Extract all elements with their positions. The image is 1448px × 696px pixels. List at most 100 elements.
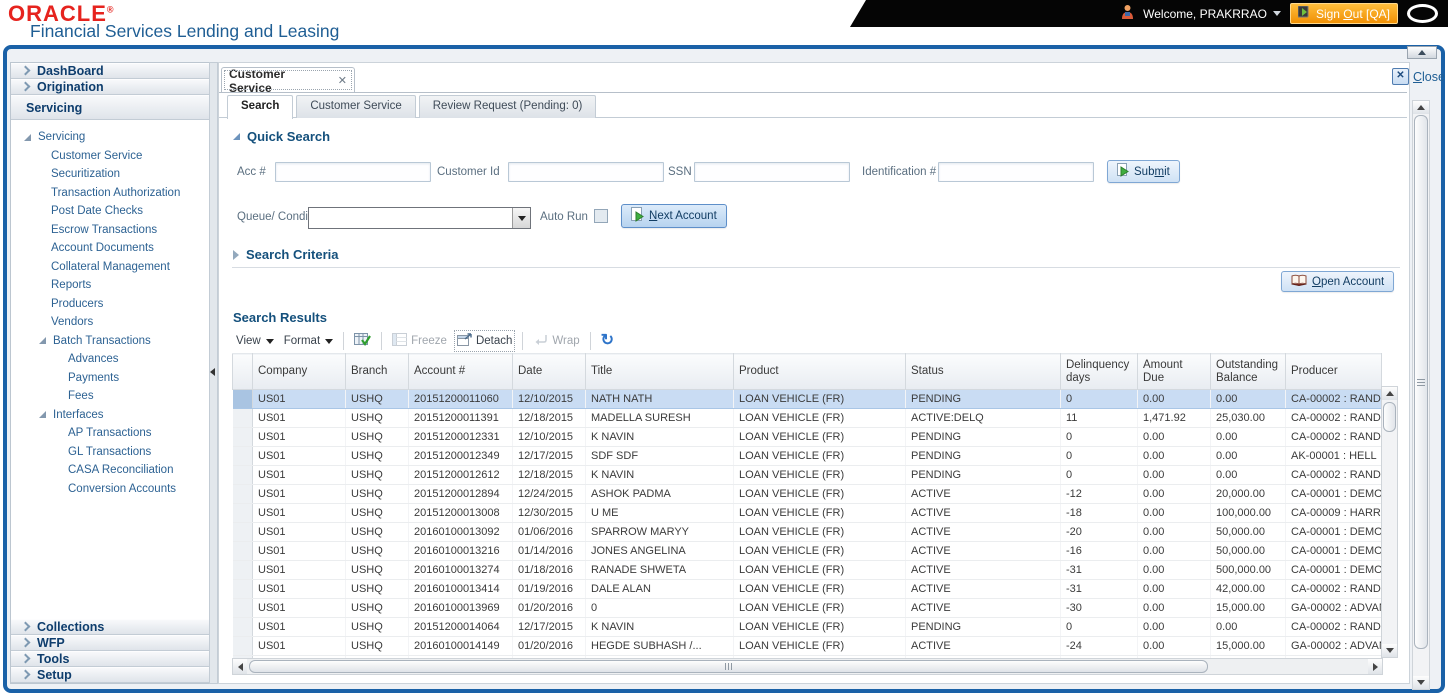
table-row[interactable]: US01 USHQ 20160100013092 01/06/2016 SPARROW … bbox=[232, 522, 1382, 542]
page-vertical-scrollbar[interactable] bbox=[1412, 100, 1430, 690]
table-row[interactable]: US01 USHQ 20151200012349 12/17/2015 SDF SDF L… bbox=[232, 446, 1382, 466]
sidebar-section-dashboard[interactable]: DashBoard bbox=[11, 63, 209, 79]
table-row[interactable]: US01 USHQ 20151200012894 12/24/2015 ASHOK PA… bbox=[232, 484, 1382, 504]
table-row[interactable]: US01 USHQ 20160100014149 01/20/2016 HEGDE SU… bbox=[232, 636, 1382, 656]
queue-condition-select[interactable] bbox=[308, 207, 531, 229]
open-account-button[interactable]: Open Account bbox=[1281, 271, 1395, 292]
sidebar-item-conversion-accounts[interactable]: Conversion Accounts bbox=[11, 480, 209, 499]
freeze-label: Freeze bbox=[411, 335, 447, 347]
scroll-left-button[interactable] bbox=[233, 659, 247, 674]
sidebar-section-wfp[interactable]: WFP bbox=[11, 635, 209, 651]
detach-button[interactable]: Detach bbox=[453, 330, 516, 352]
auto-run-checkbox[interactable] bbox=[594, 209, 608, 223]
tab-search[interactable]: Search bbox=[227, 95, 294, 119]
column-header-outstanding-balance[interactable]: Outstanding Balance bbox=[1210, 353, 1286, 390]
scroll-up-button[interactable] bbox=[1382, 387, 1397, 400]
table-row[interactable]: US01 USHQ 20151200011060 12/10/2015 NATH NAT… bbox=[232, 389, 1382, 409]
submit-button[interactable]: Submit bbox=[1107, 160, 1180, 183]
sidebar-item-fees[interactable]: Fees bbox=[11, 387, 209, 406]
quick-search-header[interactable]: Quick Search bbox=[233, 129, 330, 144]
sidebar-item-reports[interactable]: Reports bbox=[11, 276, 209, 295]
sidebar-item-servicing[interactable]: Servicing bbox=[11, 128, 209, 147]
table-row[interactable]: US01 USHQ 20160100013969 01/20/2016 0 LOAN VE… bbox=[232, 598, 1382, 618]
format-menu[interactable]: Format bbox=[284, 335, 334, 347]
table-row[interactable]: US01 USHQ 20151200012331 12/10/2015 K NAVIN L… bbox=[232, 427, 1382, 447]
scrollbar-thumb[interactable] bbox=[1383, 402, 1396, 432]
table-row[interactable]: US01 USHQ 20160100013216 01/14/2016 JONES AN… bbox=[232, 541, 1382, 561]
sidebar-item-account-documents[interactable]: Account Documents bbox=[11, 239, 209, 258]
sidebar-item-batch-transactions[interactable]: Batch Transactions bbox=[11, 332, 209, 351]
scroll-up-button[interactable] bbox=[1413, 101, 1429, 114]
column-header-status[interactable]: Status bbox=[905, 353, 1061, 390]
sidebar-section-collections[interactable]: Collections bbox=[11, 619, 209, 635]
column-header-title[interactable]: Title bbox=[585, 353, 734, 390]
column-header-account[interactable]: Account # bbox=[408, 353, 513, 390]
table-horizontal-scrollbar[interactable] bbox=[232, 658, 1383, 675]
sidebar-item-producers[interactable]: Producers bbox=[11, 295, 209, 314]
close-button[interactable]: ✕ Close bbox=[1392, 68, 1445, 85]
sidebar-item-gl-transactions[interactable]: GL Transactions bbox=[11, 443, 209, 462]
column-header-date[interactable]: Date bbox=[512, 353, 586, 390]
sidebar-section-setup[interactable]: Setup bbox=[11, 667, 209, 683]
table-cell: USHQ bbox=[345, 598, 409, 618]
tab-close-icon[interactable]: ✕ bbox=[338, 74, 347, 87]
ssn-input[interactable] bbox=[694, 162, 850, 182]
search-criteria-header[interactable]: Search Criteria bbox=[233, 247, 339, 262]
welcome-menu[interactable]: Welcome, PRAKRRAO bbox=[1143, 7, 1281, 21]
customer-id-input[interactable] bbox=[508, 162, 664, 182]
table-row[interactable]: US01 USHQ 20160100013414 01/19/2016 DALE ALA… bbox=[232, 579, 1382, 599]
column-header-amount-due[interactable]: Amount Due bbox=[1137, 353, 1211, 390]
table-cell: USHQ bbox=[345, 446, 409, 466]
scroll-down-button[interactable] bbox=[1382, 644, 1397, 657]
sidebar-splitter[interactable] bbox=[209, 62, 218, 684]
column-header-delinquency-days[interactable]: Delinquency days bbox=[1060, 353, 1138, 390]
sidebar-item-vendors[interactable]: Vendors bbox=[11, 313, 209, 332]
table-row[interactable]: US01 USHQ 20160100013274 01/18/2016 RANADE S… bbox=[232, 560, 1382, 580]
combo-dropdown-button[interactable] bbox=[512, 208, 530, 228]
sidebar-item-interfaces[interactable]: Interfaces bbox=[11, 406, 209, 425]
column-header-product[interactable]: Product bbox=[733, 353, 906, 390]
sidebar-section-servicing[interactable]: Servicing bbox=[11, 95, 209, 120]
freeze-button[interactable]: Freeze bbox=[392, 333, 447, 349]
table-row[interactable]: US01 USHQ 20151200014064 12/17/2015 K NAVIN L… bbox=[232, 617, 1382, 637]
chevron-right-icon bbox=[20, 637, 31, 648]
scrollbar-thumb[interactable] bbox=[1414, 115, 1428, 649]
sidebar-item-payments[interactable]: Payments bbox=[11, 369, 209, 388]
submit-label: Submit bbox=[1134, 165, 1170, 178]
sidebar-section-origination[interactable]: Origination bbox=[11, 79, 209, 95]
sidebar-item-customer-service[interactable]: Customer Service bbox=[11, 147, 209, 166]
view-menu[interactable]: View bbox=[236, 335, 274, 347]
table-row[interactable]: US01 USHQ 20151200013008 12/30/2015 U ME LOAN… bbox=[232, 503, 1382, 523]
wrap-button[interactable]: Wrap bbox=[533, 333, 580, 349]
scroll-right-button[interactable] bbox=[1368, 659, 1382, 674]
sidebar-item-securitization[interactable]: Securitization bbox=[11, 165, 209, 184]
column-header-branch[interactable]: Branch bbox=[345, 353, 409, 390]
column-header-producer[interactable]: Producer bbox=[1285, 353, 1382, 390]
sidebar-item-casa-reconciliation[interactable]: CASA Reconciliation bbox=[11, 461, 209, 480]
tab-customer-service[interactable]: Customer Service bbox=[296, 95, 416, 118]
sidebar-section-tools[interactable]: Tools bbox=[11, 651, 209, 667]
table-row[interactable]: US01 USHQ 20151200011391 12/18/2015 MADELLA … bbox=[232, 408, 1382, 428]
sidebar-item-post-date-checks[interactable]: Post Date Checks bbox=[11, 202, 209, 221]
collapse-header-button[interactable] bbox=[1407, 46, 1437, 59]
sign-out-button[interactable]: Sign Out [QA] bbox=[1289, 3, 1398, 24]
refresh-button[interactable]: ↻ bbox=[601, 333, 614, 349]
sidebar-item-ap-transactions[interactable]: AP Transactions bbox=[11, 424, 209, 443]
query-by-example-button[interactable] bbox=[354, 332, 372, 350]
table-cell: LOAN VEHICLE (FR) bbox=[733, 408, 906, 428]
next-account-button[interactable]: Next Account bbox=[621, 204, 727, 228]
table-row[interactable]: US01 USHQ 20151200012612 12/18/2015 K NAVIN L… bbox=[232, 465, 1382, 485]
identification-input[interactable] bbox=[938, 162, 1094, 182]
sidebar-item-escrow-transactions[interactable]: Escrow Transactions bbox=[11, 221, 209, 240]
column-header-company[interactable]: Company bbox=[252, 353, 346, 390]
sidebar-item-advances[interactable]: Advances bbox=[11, 350, 209, 369]
table-cell: US01 bbox=[252, 484, 346, 504]
sidebar-item-collateral-management[interactable]: Collateral Management bbox=[11, 258, 209, 277]
acc-number-input[interactable] bbox=[275, 162, 431, 182]
scrollbar-thumb[interactable] bbox=[249, 660, 1208, 673]
tab-review-request-pending-0[interactable]: Review Request (Pending: 0) bbox=[418, 95, 597, 118]
scroll-down-button[interactable] bbox=[1413, 676, 1429, 689]
window-tab-customer-service[interactable]: Customer Service ✕ bbox=[221, 67, 355, 95]
sidebar-item-transaction-authorization[interactable]: Transaction Authorization bbox=[11, 184, 209, 203]
table-vertical-scrollbar[interactable] bbox=[1381, 386, 1398, 658]
